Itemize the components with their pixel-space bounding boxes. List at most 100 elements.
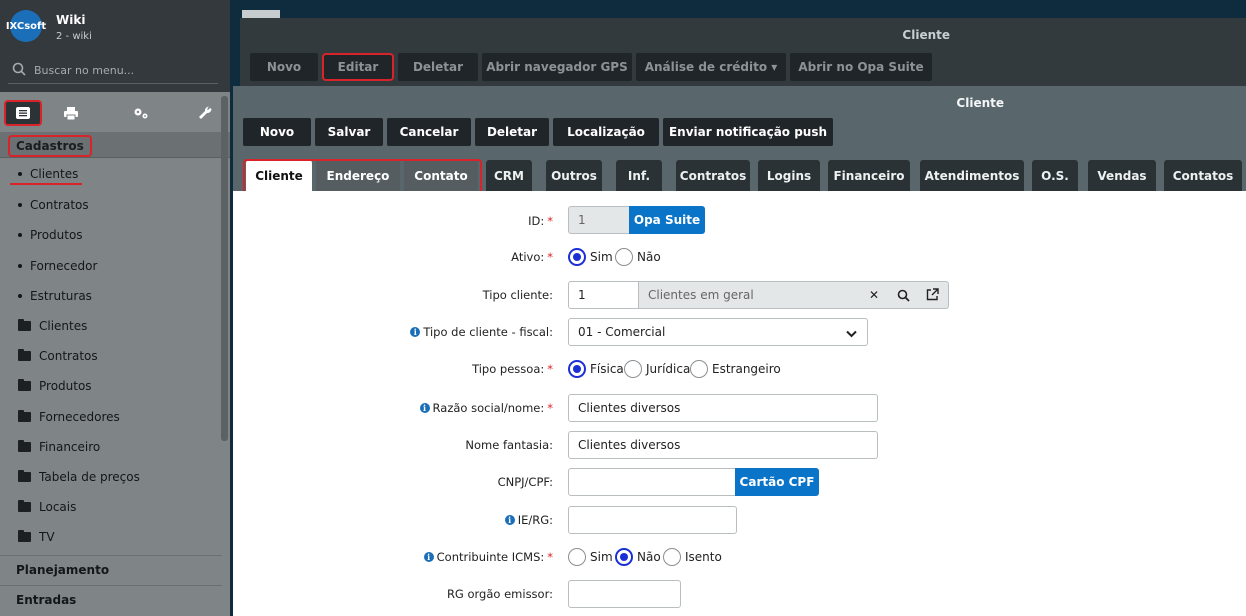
location-button[interactable]: Localização [553,118,659,146]
radio-checked-icon [615,548,633,566]
cnpj-cpf-field[interactable] [568,468,736,496]
external-link-icon[interactable] [926,288,939,304]
info-icon[interactable]: i [423,552,434,562]
nome-fantasia-field[interactable]: Clientes diversos [568,431,878,459]
push-notification-button[interactable]: Enviar notificação push [663,118,833,146]
clear-icon[interactable]: ✕ [869,288,879,302]
razao-label: i Razão social/nome: * [419,394,553,422]
section-planejamento[interactable]: Planejamento [0,555,222,583]
tab-inf[interactable]: Inf. [616,160,662,191]
wrench-icon[interactable] [186,100,224,126]
tab-contatos[interactable]: Contatos [1164,160,1242,191]
radio-label: Física [590,362,624,376]
new-button[interactable]: Novo [243,118,311,146]
cancel-button[interactable]: Cancelar [387,118,471,146]
sidebar-folder-financeiro[interactable]: Financeiro [0,432,222,462]
ie-rg-field[interactable] [568,506,737,534]
chevron-down-icon [846,327,857,341]
icms-nao-radio[interactable]: Não [615,548,661,566]
info-icon[interactable]: i [410,327,421,337]
outer-opa-button[interactable]: Abrir no Opa Suite [790,53,932,81]
section-cadastros[interactable]: Cadastros [0,132,230,158]
icms-isento-radio[interactable]: Isento [663,548,722,566]
info-icon[interactable]: i [419,403,430,413]
tab-os[interactable]: O.S. [1032,160,1078,191]
tab-crm[interactable]: CRM [486,160,532,191]
ativo-sim-radio[interactable]: Sim [568,248,613,266]
sidebar-item-fornecedor[interactable]: Fornecedor [0,251,222,281]
pessoa-fisica-radio[interactable]: Física [568,360,624,378]
tipo-cliente-desc-text: Clientes em geral [648,288,754,302]
folder-icon [18,530,31,542]
gears-icon[interactable] [122,100,160,126]
sidebar-item-label: Fornecedores [39,410,120,424]
pessoa-estrangeiro-radio[interactable]: Estrangeiro [690,360,781,378]
sidebar-item-label: Locais [39,500,77,514]
outer-gps-button[interactable]: Abrir navegador GPS [482,53,632,81]
rg-orgao-field[interactable] [568,580,681,608]
logo[interactable]: IXCsoft [6,10,46,42]
radio-label: Não [637,550,661,564]
sidebar-folder-produtos[interactable]: Produtos [0,371,222,401]
razao-label-text: Razão social/nome: [432,401,545,415]
tipo-fiscal-label: i Tipo de cliente - fiscal: [410,318,553,346]
sidebar-folder-fornecedores[interactable]: Fornecedores [0,402,222,432]
outer-window-tab[interactable] [242,10,280,18]
id-label-text: ID: [528,214,545,228]
tab-financeiro[interactable]: Financeiro [828,160,910,191]
section-cadastros-label: Cadastros [8,135,92,157]
tabs-highlight-box [243,159,482,194]
sidebar-folder-tv[interactable]: TV [0,522,222,552]
sidebar-item-produtos[interactable]: Produtos [0,220,222,250]
outer-delete-button[interactable]: Deletar [398,53,478,81]
pessoa-juridica-radio[interactable]: Jurídica [624,360,690,378]
outer-new-button[interactable]: Novo [250,53,318,81]
sidebar-folder-tabela-precos[interactable]: Tabela de preços [0,462,222,492]
tab-atendimentos[interactable]: Atendimentos [920,160,1024,191]
menu-search-input[interactable]: Buscar no menu... [34,64,134,77]
client-form: ID: * 1 Opa Suite Ativo: * Sim Não Tipo cl… [233,191,1246,616]
delete-button[interactable]: Deletar [475,118,549,146]
cnpj-label: CNPJ/CPF: [497,475,553,489]
info-icon[interactable]: i [504,515,515,525]
sidebar-item-contratos[interactable]: Contratos [0,190,222,220]
required-marker: * [547,401,553,415]
menu-search[interactable]: Buscar no menu... [8,58,218,84]
ativo-nao-radio[interactable]: Não [615,248,661,266]
print-icon[interactable] [52,100,90,126]
tipo-fiscal-select[interactable]: 01 - Comercial [568,318,868,346]
fantasia-label: Nome fantasia: [465,438,553,452]
razao-social-field[interactable]: Clientes diversos [568,394,878,422]
radio-checked-icon [568,248,586,266]
icms-label-text: Contribuinte ICMS: [436,550,545,564]
opa-suite-button[interactable]: Opa Suite [629,206,705,234]
sidebar-folder-contratos[interactable]: Contratos [0,341,222,371]
tipo-cliente-code-field[interactable]: 1 [568,281,640,309]
rg-orgao-label: RG orgão emissor: [446,587,553,601]
ativo-label: Ativo: * [511,243,553,271]
outer-edit-button[interactable]: Editar [322,53,394,81]
sidebar-item-estruturas[interactable]: Estruturas [0,281,222,311]
id-field[interactable]: 1 [568,206,630,234]
required-marker: * [547,250,553,264]
search-icon[interactable] [897,289,910,305]
cartao-cpf-button[interactable]: Cartão CPF [735,468,819,496]
tab-logins[interactable]: Logins [758,160,820,191]
sidebar-scrollbar[interactable] [221,96,228,441]
sidebar-folder-clientes[interactable]: Clientes [0,311,222,341]
tab-contratos[interactable]: Contratos [676,160,750,191]
inner-window: Cliente Novo Salvar Cancelar Deletar Loc… [233,86,1246,616]
sidebar-folder-locais[interactable]: Locais [0,492,222,522]
icms-sim-radio[interactable]: Sim [568,548,613,566]
list-icon[interactable] [4,100,42,126]
outer-credit-button[interactable]: Análise de crédito ▾ [636,53,786,81]
section-entradas[interactable]: Entradas [0,585,222,613]
sidebar-item-label: Financeiro [39,440,101,454]
save-button[interactable]: Salvar [315,118,383,146]
tab-outros[interactable]: Outros [546,160,602,191]
inner-window-title: Cliente [956,96,1004,110]
radio-label: Sim [590,250,613,264]
sidebar-item-label: Clientes [39,319,88,333]
tab-vendas[interactable]: Vendas [1088,160,1156,191]
sidebar-item-label: Clientes [30,167,79,181]
